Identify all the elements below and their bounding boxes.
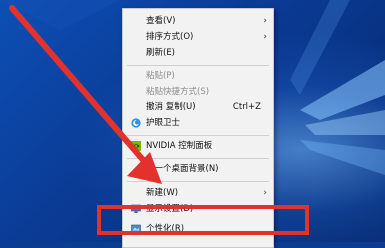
menu-separator xyxy=(127,65,269,66)
menu-item-label: NVIDIA 控制面板 xyxy=(146,141,213,151)
annotation-highlight-box xyxy=(97,205,309,235)
menu-separator xyxy=(127,135,269,136)
menu-separator xyxy=(127,181,269,182)
nvidia-icon xyxy=(131,141,141,151)
menu-item-refresh[interactable]: 刷新(E) xyxy=(123,44,273,62)
menu-separator xyxy=(127,158,269,159)
eye-guard-icon xyxy=(131,118,141,128)
menu-item-nvidia-control-panel[interactable]: NVIDIA 控制面板 xyxy=(123,137,273,155)
menu-item-label: 刷新(E) xyxy=(146,48,176,58)
menu-item-label: 护眼卫士 xyxy=(146,118,181,128)
menu-item-eye-guard[interactable]: 护眼卫士 xyxy=(123,114,273,132)
menu-item-label: 下一个桌面背景(N) xyxy=(146,164,219,174)
menu-item-next-background[interactable]: 下一个桌面背景(N) xyxy=(123,160,273,178)
